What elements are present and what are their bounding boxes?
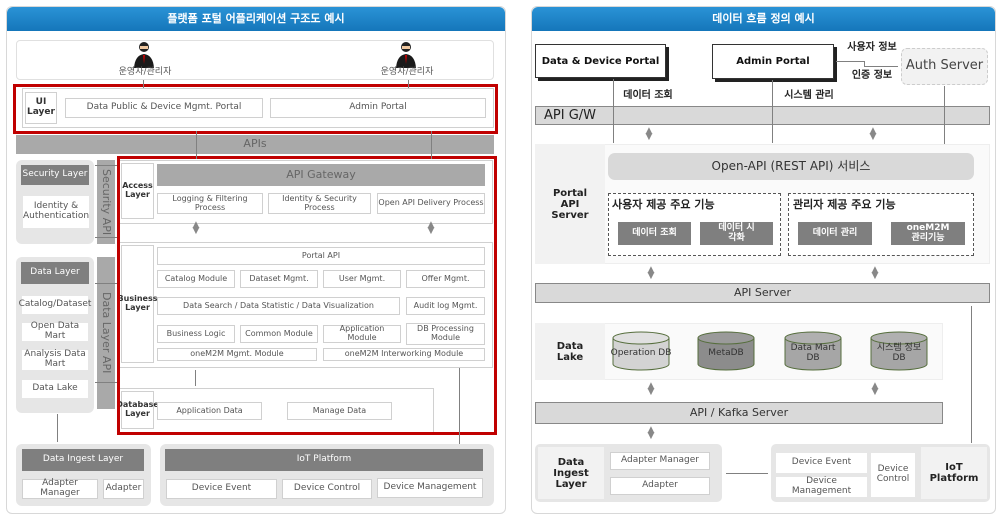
connector-line — [95, 165, 117, 166]
connector-line — [143, 80, 144, 88]
data-layer-item: Open Data Mart — [22, 321, 88, 341]
data-layer-item: Analysis Data Mart — [22, 349, 88, 370]
admin-portal-box[interactable]: Admin Portal — [712, 44, 834, 79]
db-cylinder: 시스템 정보 DB — [870, 331, 928, 371]
connector-line — [95, 237, 117, 238]
auth-info-label: 인증 정보 — [851, 69, 893, 81]
r-adapter-manager: Adapter Manager — [610, 452, 710, 470]
iot-platform-label: IoT Platform — [165, 449, 483, 471]
data-query-label: 데이터 조회 — [623, 89, 673, 101]
bidirectional-arrow-icon: ▲ ▼ — [645, 126, 653, 142]
connector-line — [836, 61, 864, 62]
security-layer-label: Security Layer — [21, 165, 89, 185]
data-layer-api-bar: Data Layer API — [97, 257, 115, 409]
left-panel-title: 플랫폼 포털 어플리케이션 구조도 예시 — [7, 7, 505, 31]
api-server-bar: API Server — [535, 283, 990, 303]
admin-features-title: 관리자 제공 주요 기능 — [793, 198, 896, 211]
feature-data-mgmt: 데이터 관리 — [798, 222, 872, 245]
data-lake-label: Data Lake — [535, 323, 605, 380]
db-label: Data Mart DB — [790, 343, 836, 363]
api-gw-bar: API G/W — [535, 106, 990, 125]
data-layer-item: Catalog/Dataset — [19, 296, 91, 314]
db-label: 시스템 정보 DB — [876, 343, 922, 363]
connector-line — [944, 86, 945, 144]
db-cylinder: Operation DB — [611, 331, 671, 371]
right-panel-title: 데이터 흐름 정의 예시 — [532, 7, 995, 31]
r-ingest-label: Data Ingest Layer — [538, 447, 604, 499]
kafka-server-bar: API / Kafka Server — [535, 402, 943, 424]
iot-item: Device Control — [282, 479, 372, 499]
bidirectional-arrow-icon: ▲ ▼ — [647, 425, 655, 441]
r-device-management: Device Management — [776, 476, 867, 497]
security-api-bar: Security API — [97, 160, 115, 244]
bidirectional-arrow-icon: ▲ ▼ — [871, 265, 879, 281]
bidirectional-arrow-icon: ▲ ▼ — [427, 220, 435, 236]
bidirectional-arrow-icon: ▲ ▼ — [869, 126, 877, 142]
identity-authentication: Identity & Authentication — [23, 196, 89, 228]
r-device-event: Device Event — [776, 453, 867, 473]
connector-line — [95, 382, 117, 383]
open-api-service: Open-API (REST API) 서비스 — [608, 153, 974, 180]
connector-line — [726, 473, 768, 474]
r-adapter: Adapter — [610, 477, 710, 495]
user-label-1: 운영자/관리자 — [118, 67, 172, 78]
feature-onem2m-mgmt: oneM2M 관리기능 — [891, 222, 965, 245]
connector-line — [57, 414, 58, 442]
user-icon — [396, 42, 416, 68]
data-device-portal[interactable]: Data & Device Portal — [535, 44, 666, 78]
data-layer-item: Data Lake — [22, 380, 88, 398]
bidirectional-arrow-icon: ▲ ▼ — [192, 220, 200, 236]
bidirectional-arrow-icon: ▲ ▼ — [647, 381, 655, 397]
connector-line — [431, 131, 432, 159]
user-label-2: 운영자/관리자 — [380, 67, 434, 78]
user-info-label: 사용자 정보 — [847, 41, 897, 53]
server-highlight — [117, 156, 497, 435]
connector-line — [95, 283, 117, 284]
connector-line — [613, 79, 614, 143]
portal-api-server-label: Portal API Server — [535, 144, 605, 264]
auth-server: Auth Server — [901, 48, 988, 85]
ui-layer-highlight — [13, 84, 498, 134]
r-device-control: Device Control — [871, 453, 915, 497]
bidirectional-arrow-icon: ▲ ▼ — [647, 265, 655, 281]
feature-data-visualization: 데이터 시각화 — [700, 222, 773, 245]
adapter: Adapter — [103, 479, 144, 499]
connector-line — [408, 80, 409, 88]
adapter-manager: Adapter Manager — [22, 478, 98, 499]
system-mgmt-label: 시스템 관리 — [784, 89, 834, 101]
data-layer-label: Data Layer — [21, 262, 89, 284]
db-label: Operation DB — [610, 348, 672, 359]
iot-item: Device Event — [166, 479, 277, 499]
user-icon — [134, 42, 154, 68]
db-label: MetaDB — [708, 348, 744, 359]
connector-line — [971, 306, 972, 443]
feature-data-query: 데이터 조회 — [618, 222, 691, 245]
user-features-title: 사용자 제공 주요 기능 — [612, 198, 715, 211]
ingest-layer-label: Data Ingest Layer — [22, 449, 144, 471]
db-cylinder: Data Mart DB — [784, 331, 842, 371]
connector-line — [196, 131, 197, 159]
bidirectional-arrow-icon: ▲ ▼ — [871, 381, 879, 397]
iot-item: Device Management — [377, 478, 483, 498]
r-iot-label: IoT Platform — [921, 447, 987, 499]
api-gw-label: API G/W — [544, 108, 597, 123]
connector-line — [195, 370, 196, 386]
db-cylinder: MetaDB — [697, 331, 755, 371]
connector-line — [772, 80, 773, 143]
apis-bar: APIs — [16, 135, 494, 154]
connector-line — [459, 368, 460, 444]
connector-line — [864, 66, 898, 67]
